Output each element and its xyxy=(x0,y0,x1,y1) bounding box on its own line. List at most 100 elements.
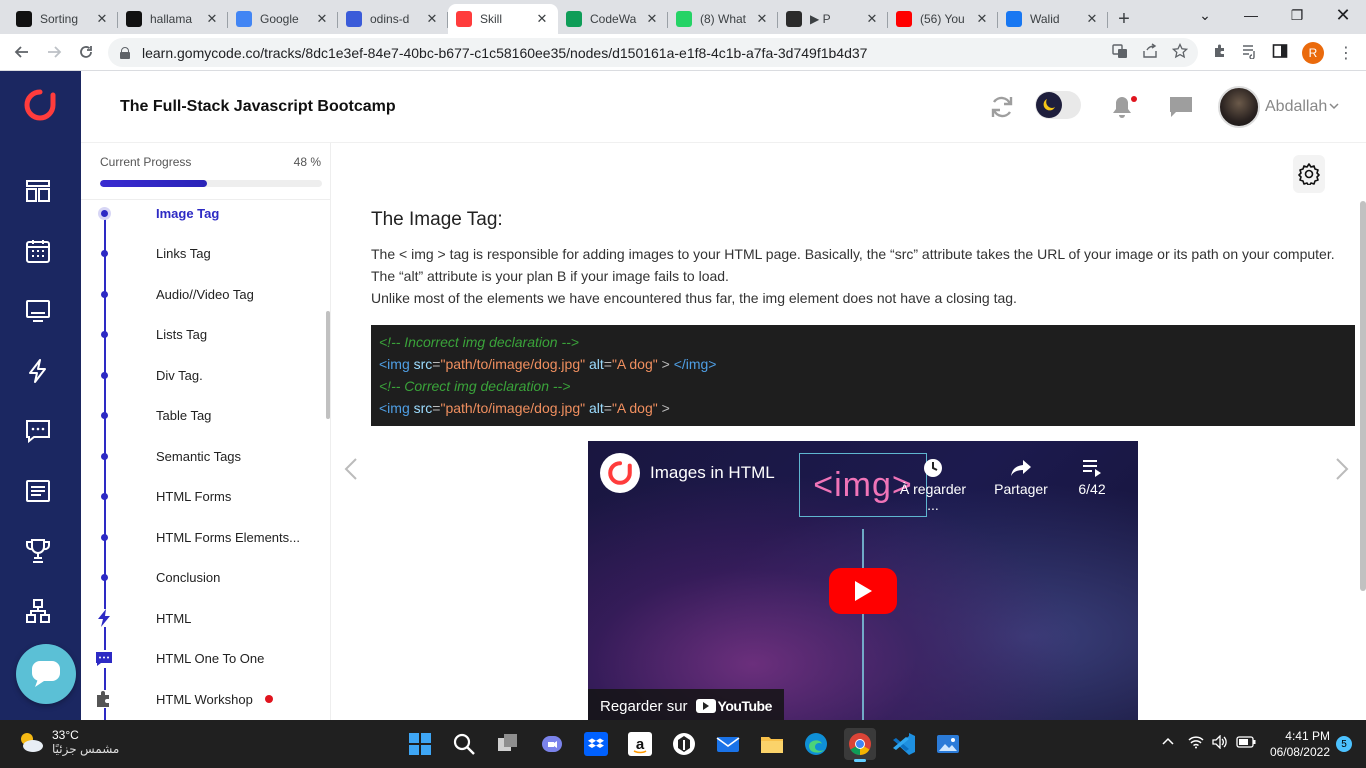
playlist-button[interactable]: 6/42 xyxy=(1052,455,1132,497)
volume-icon[interactable] xyxy=(1212,733,1228,754)
close-window-button[interactable]: ✕ xyxy=(1320,0,1366,30)
lesson-item[interactable]: Audio//Video Tag xyxy=(81,282,321,306)
username-label[interactable]: Abdallah xyxy=(1265,98,1327,116)
browser-tab[interactable]: CodeWa ✕ xyxy=(558,4,668,34)
browser-tab[interactable]: ▶ P ✕ xyxy=(778,4,888,34)
browser-tab[interactable]: (56) You ✕ xyxy=(888,4,998,34)
play-button[interactable] xyxy=(829,568,897,614)
sidebar-scrollbar[interactable] xyxy=(326,311,330,419)
battery-icon[interactable] xyxy=(1236,735,1256,753)
photos-button[interactable] xyxy=(932,728,964,760)
browser-tab[interactable]: Walid ✕ xyxy=(998,4,1108,34)
close-tab-icon[interactable]: ✕ xyxy=(754,11,770,27)
close-tab-icon[interactable]: ✕ xyxy=(974,11,990,27)
vscode-button[interactable] xyxy=(888,728,920,760)
previous-lesson-arrow-icon[interactable] xyxy=(343,457,359,488)
lesson-item[interactable]: Table Tag xyxy=(81,404,321,428)
show-hidden-icons-chevron-icon[interactable] xyxy=(1162,735,1174,753)
back-button[interactable] xyxy=(6,36,38,68)
lesson-item[interactable]: Links Tag xyxy=(81,242,321,266)
teams-chat-button[interactable] xyxy=(536,728,568,760)
close-tab-icon[interactable]: ✕ xyxy=(314,11,330,27)
browser-tab[interactable]: (8) What ✕ xyxy=(668,4,778,34)
close-tab-icon[interactable]: ✕ xyxy=(94,11,110,27)
browser-tab[interactable]: Google ✕ xyxy=(228,4,338,34)
reload-button[interactable] xyxy=(70,36,102,68)
close-tab-icon[interactable]: ✕ xyxy=(644,11,660,27)
messages-header-icon[interactable] xyxy=(1168,94,1194,120)
lesson-item[interactable]: Div Tag. xyxy=(81,363,321,387)
dark-mode-toggle[interactable] xyxy=(1035,91,1081,119)
gomycode-logo[interactable] xyxy=(24,89,56,121)
close-tab-icon[interactable]: ✕ xyxy=(1084,11,1100,27)
side-panel-icon[interactable] xyxy=(1272,43,1288,62)
laptop-icon[interactable] xyxy=(22,295,54,327)
lesson-item[interactable]: HTML Workshop xyxy=(81,687,321,711)
share-icon[interactable] xyxy=(1142,43,1158,62)
mail-button[interactable] xyxy=(712,728,744,760)
close-tab-icon[interactable]: ✕ xyxy=(204,11,220,27)
browser-tab[interactable]: Sorting ✕ xyxy=(8,4,118,34)
browser-tab[interactable]: hallama ✕ xyxy=(118,4,228,34)
page-scrollbar[interactable] xyxy=(1360,201,1366,591)
dashboard-icon[interactable] xyxy=(22,175,54,207)
lesson-item[interactable]: HTML Forms Elements... xyxy=(81,525,321,549)
browser-profile-avatar[interactable]: R xyxy=(1302,41,1324,64)
weather-widget[interactable]: 33°C مشمس جزئيًا xyxy=(18,728,119,756)
browser-tab[interactable]: odins-d ✕ xyxy=(338,4,448,34)
chrome-button[interactable] xyxy=(844,728,876,762)
close-tab-icon[interactable]: ✕ xyxy=(534,11,550,27)
user-avatar[interactable] xyxy=(1218,86,1260,128)
youtube-video-embed[interactable]: <img> Images in HTML À regarder ... Part… xyxy=(588,441,1138,720)
tab-search-button[interactable]: ⌄ xyxy=(1182,0,1228,30)
notification-count-badge[interactable]: 5 xyxy=(1336,736,1352,752)
channel-logo[interactable] xyxy=(600,453,640,493)
app-shield-button[interactable] xyxy=(668,728,700,760)
minimize-button[interactable]: — xyxy=(1228,0,1274,30)
next-lesson-arrow-icon[interactable] xyxy=(1334,457,1350,488)
dropbox-button[interactable] xyxy=(580,728,612,760)
document-icon[interactable] xyxy=(22,475,54,507)
notifications-bell-icon[interactable] xyxy=(1109,94,1137,120)
share-video-button[interactable]: Partager xyxy=(981,455,1061,497)
task-view-button[interactable] xyxy=(492,728,524,760)
messages-icon[interactable] xyxy=(22,415,54,447)
watch-later-button[interactable]: À regarder ... xyxy=(893,455,973,513)
media-queue-icon[interactable] xyxy=(1242,43,1258,62)
file-explorer-button[interactable] xyxy=(756,728,788,760)
search-taskbar-button[interactable] xyxy=(448,728,480,760)
chrome-menu-icon[interactable]: ⋮ xyxy=(1338,43,1354,63)
close-tab-icon[interactable]: ✕ xyxy=(424,11,440,27)
amazon-button[interactable]: a xyxy=(624,728,656,760)
video-title[interactable]: Images in HTML xyxy=(650,463,775,483)
lesson-item[interactable]: Image Tag xyxy=(81,201,321,225)
wifi-icon[interactable] xyxy=(1188,735,1204,754)
close-tab-icon[interactable]: ✕ xyxy=(864,11,880,27)
start-button[interactable] xyxy=(404,728,436,760)
browser-tab[interactable]: Skill ✕ xyxy=(448,4,558,34)
edge-button[interactable] xyxy=(800,728,832,760)
lesson-item[interactable]: Semantic Tags xyxy=(81,444,321,468)
lightning-icon[interactable] xyxy=(22,355,54,387)
clock[interactable]: 4:41 PM 06/08/2022 xyxy=(1270,728,1330,760)
lesson-item[interactable]: Conclusion xyxy=(81,566,321,590)
lesson-item[interactable]: HTML xyxy=(81,606,321,630)
address-bar[interactable]: learn.gomycode.co/tracks/8dc1e3ef-84e7-4… xyxy=(108,38,1198,67)
watch-on-youtube-button[interactable]: Regarder sur YouTube xyxy=(588,689,784,720)
new-tab-button[interactable]: + xyxy=(1108,4,1140,34)
refresh-icon[interactable] xyxy=(989,94,1015,120)
extensions-puzzle-icon[interactable] xyxy=(1212,43,1228,62)
lesson-item[interactable]: HTML One To One xyxy=(81,647,321,671)
bookmark-star-icon[interactable] xyxy=(1171,42,1189,62)
translate-icon[interactable] xyxy=(1112,43,1128,62)
calendar-icon[interactable] xyxy=(22,235,54,267)
settings-button[interactable] xyxy=(1293,155,1325,193)
maximize-button[interactable]: ❐ xyxy=(1274,0,1320,30)
lesson-item[interactable]: HTML Forms xyxy=(81,485,321,509)
forward-button[interactable] xyxy=(38,36,70,68)
trophy-icon[interactable] xyxy=(22,535,54,567)
hierarchy-icon[interactable] xyxy=(22,595,54,627)
lesson-item[interactable]: Lists Tag xyxy=(81,323,321,347)
support-chat-button[interactable] xyxy=(16,644,76,704)
user-menu-chevron-icon[interactable] xyxy=(1329,100,1339,114)
